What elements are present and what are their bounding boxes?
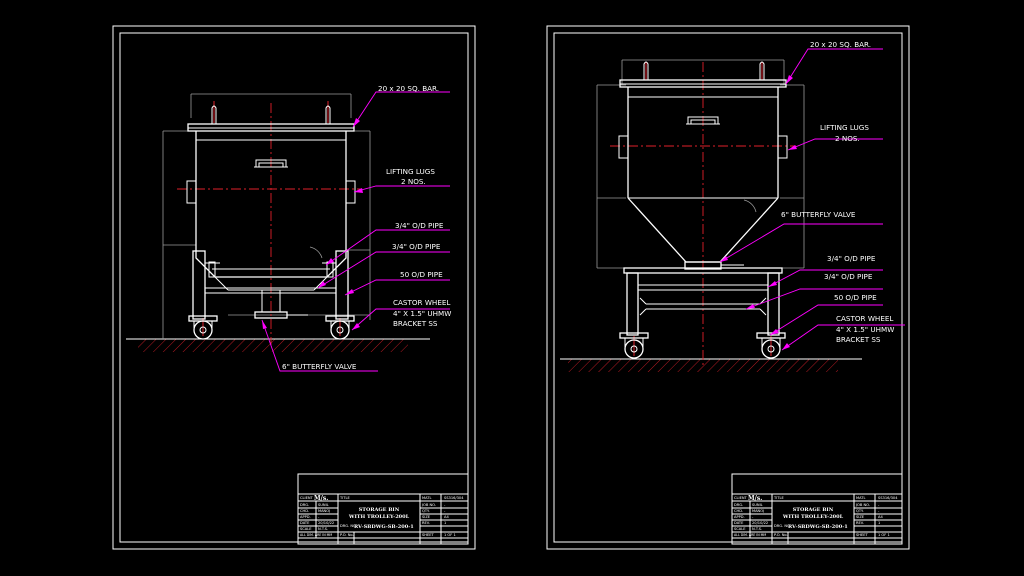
svg-text:SUNIL: SUNIL [318, 503, 329, 507]
sheet-2-label-pipe-a: 3/4" O/D PIPE [827, 254, 876, 263]
svg-text:TITLE: TITLE [773, 496, 784, 500]
svg-text:DATE: DATE [734, 521, 744, 525]
sheet-1-label-lugs-1: LIFTING LUGS [386, 167, 435, 176]
svg-text:-: - [878, 509, 880, 513]
sheet-2-ground-hatch [568, 359, 838, 372]
svg-text:SUNIL: SUNIL [752, 503, 763, 507]
svg-text:MANOJ: MANOJ [752, 509, 764, 513]
svg-text:M/s.: M/s. [748, 495, 762, 502]
sheet-1-label-valve: 6" BUTTERFLY VALVE [282, 362, 357, 371]
svg-text:1 OF 1: 1 OF 1 [444, 533, 456, 537]
svg-text:REV.: REV. [856, 521, 864, 525]
sheet-1: 20 x 20 SQ. BAR. LIFTING LUGS 2 NOS. 3/4… [112, 25, 476, 550]
svg-text:P.O. No.: P.O. No. [340, 533, 354, 537]
svg-text:STORAGE BIN: STORAGE BIN [359, 507, 400, 513]
sheet-2: 20 x 20 SQ. BAR. LIFTING LUGS 2 NOS. 6" … [546, 25, 910, 550]
sheet-2-inner-border [553, 32, 903, 543]
sheet-2-label-lugs-2: 2 NOS. [835, 134, 860, 143]
svg-text:SS316/304: SS316/304 [444, 496, 464, 500]
svg-text:20/10/22: 20/10/22 [318, 521, 334, 525]
sheet-2-label-castor-1: CASTOR WHEEL [836, 314, 893, 323]
sheet-1-label-pipe-c: 50 O/D PIPE [400, 270, 443, 279]
sheet-1-label-pipe-a: 3/4" O/D PIPE [395, 221, 444, 230]
svg-text:1: 1 [444, 521, 446, 525]
svg-text:SCALE: SCALE [300, 527, 312, 531]
svg-text:N.T.S.: N.T.S. [318, 527, 328, 531]
svg-text:RV-SBDWG-SB-200-1: RV-SBDWG-SB-200-1 [354, 524, 414, 530]
svg-text:QTY.: QTY. [422, 509, 430, 513]
sheet-1-label-bar: 20 x 20 SQ. BAR. [378, 84, 439, 93]
sheet-1-label-castor-1: CASTOR WHEEL [393, 298, 450, 307]
svg-text:APPD.: APPD. [734, 515, 745, 519]
svg-text:RV-SBDWG-SB-200-1: RV-SBDWG-SB-200-1 [788, 524, 848, 530]
svg-text:ALL DIM. ARE IN MM: ALL DIM. ARE IN MM [734, 533, 766, 537]
svg-text:DRG.: DRG. [300, 503, 309, 507]
svg-text:WITH TROLLEY-200L: WITH TROLLEY-200L [782, 514, 844, 520]
svg-text:-: - [752, 515, 754, 519]
svg-text:SHEET: SHEET [422, 533, 435, 537]
sheet-2-trolley [619, 267, 786, 359]
sheet-1-title-block: CLIENT M/s. DRG. SUNIL CHD. MANOJ APPD. - D… [297, 473, 469, 545]
sheet-2-leaders [719, 48, 905, 351]
svg-text:SS316/304: SS316/304 [878, 496, 898, 500]
svg-text:A4: A4 [444, 515, 449, 519]
sheet-1-label-castor-3: BRACKET SS [393, 319, 438, 328]
sheet-2-label-pipe-c: 50 O/D PIPE [834, 293, 877, 302]
svg-text:QTY.: QTY. [856, 509, 864, 513]
svg-text:DRG.: DRG. [734, 503, 743, 507]
svg-text:M/s.: M/s. [314, 495, 328, 502]
sheet-1-label-lugs-2: 2 NOS. [401, 177, 426, 186]
sheet-2-label-valve: 6" BUTTERFLY VALVE [781, 210, 856, 219]
sheet-2-label-lugs-1: LIFTING LUGS [820, 123, 869, 132]
sheet-2-label-pipe-b: 3/4" O/D PIPE [824, 272, 873, 281]
svg-text:CHD.: CHD. [300, 509, 309, 513]
svg-text:1 OF 1: 1 OF 1 [878, 533, 890, 537]
svg-text:N.T.S.: N.T.S. [752, 527, 762, 531]
svg-text:SHEET: SHEET [856, 533, 869, 537]
sheet-1-label-pipe-b: 3/4" O/D PIPE [392, 242, 441, 251]
svg-text:20/10/22: 20/10/22 [752, 521, 768, 525]
svg-text:-: - [318, 515, 320, 519]
svg-text:CHD.: CHD. [734, 509, 743, 513]
svg-text:REV.: REV. [422, 521, 430, 525]
sheet-2-label-castor-2: 4" X 1.5" UHMW [836, 325, 894, 334]
sheet-2-label-castor-3: BRACKET SS [836, 335, 881, 344]
svg-text:CLIENT: CLIENT [734, 496, 748, 500]
sheet-1-label-castor-2: 4" X 1.5" UHMW [393, 309, 451, 318]
svg-text:WITH TROLLEY-200L: WITH TROLLEY-200L [348, 514, 410, 520]
svg-text:A4: A4 [878, 515, 883, 519]
svg-text:JOB NO.: JOB NO. [855, 503, 870, 507]
svg-text:STORAGE BIN: STORAGE BIN [793, 507, 834, 513]
sheet-2-title-block: CLIENT M/s. DRG. SUNIL CHD. MANOJ APPD. - D… [731, 473, 903, 545]
svg-text:CLIENT: CLIENT [300, 496, 314, 500]
svg-text:SIZE: SIZE [856, 515, 865, 519]
sheet-2-outer-border [546, 25, 910, 550]
svg-text:P.O. No.: P.O. No. [774, 533, 788, 537]
svg-text:1: 1 [878, 521, 880, 525]
drawing-canvas: 20 x 20 SQ. BAR. LIFTING LUGS 2 NOS. 3/4… [112, 25, 910, 550]
svg-text:SIZE: SIZE [422, 515, 431, 519]
svg-text:SCALE: SCALE [734, 527, 746, 531]
svg-text:-: - [444, 503, 446, 507]
svg-text:DATE: DATE [300, 521, 310, 525]
sheet-2-label-bar: 20 x 20 SQ. BAR. [810, 40, 871, 49]
svg-text:-: - [878, 503, 880, 507]
svg-text:JOB NO.: JOB NO. [421, 503, 436, 507]
svg-text:ALL DIM. ARE IN MM: ALL DIM. ARE IN MM [300, 533, 332, 537]
svg-text:MATL: MATL [422, 496, 431, 500]
svg-text:MANOJ: MANOJ [318, 509, 330, 513]
svg-text:MATL: MATL [856, 496, 865, 500]
svg-text:-: - [444, 509, 446, 513]
svg-text:APPD.: APPD. [300, 515, 311, 519]
sheet-1-trolley [188, 250, 355, 340]
sheet-1-leaders [261, 91, 450, 372]
svg-text:TITLE: TITLE [339, 496, 350, 500]
